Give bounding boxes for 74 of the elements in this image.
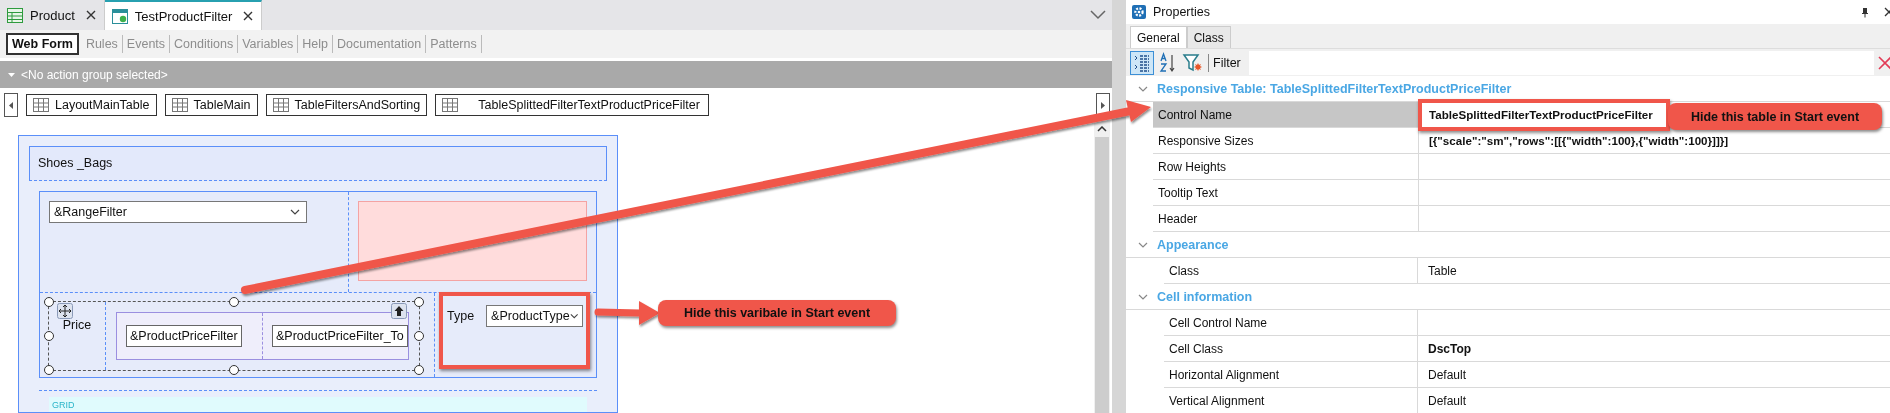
- arrow: [594, 301, 660, 325]
- pin-icon[interactable]: [1861, 6, 1869, 18]
- dropdown-field[interactable]: &RangeFilter: [49, 201, 307, 223]
- table-icon: [7, 7, 23, 23]
- resize-handle[interactable]: [44, 297, 54, 307]
- filter-label: Filter: [1213, 55, 1241, 70]
- property-value[interactable]: Table: [1428, 263, 1457, 278]
- dropdown-field[interactable]: &ProductType: [486, 305, 584, 327]
- close-icon[interactable]: [85, 10, 96, 20]
- resize-handle[interactable]: [414, 365, 424, 375]
- property-value[interactable]: TableSplittedFilterTextProductPriceFilter: [1429, 108, 1653, 121]
- breadcrumb-item[interactable]: TableSplittedFilterTextProductPriceFilter: [435, 94, 709, 116]
- panel-tab[interactable]: General: [1130, 26, 1187, 48]
- resize-handle[interactable]: [414, 331, 424, 341]
- property-value[interactable]: [{"scale":"sm","rows":[[{"width":100},{"width":100}]]}]: [1429, 134, 1729, 147]
- scrollbar[interactable]: [1094, 121, 1110, 413]
- property-name[interactable]: Cell Class: [1164, 336, 1418, 361]
- property-value[interactable]: Default: [1428, 367, 1467, 382]
- resize-handle[interactable]: [229, 297, 239, 307]
- property-name[interactable]: Control Name: [1153, 102, 1419, 127]
- table-icon: [33, 98, 49, 112]
- caret-icon: [8, 72, 15, 77]
- grid-label: GRID: [49, 397, 587, 412]
- form-title: Shoes _Bags: [29, 146, 607, 181]
- collapse-chevron-icon[interactable]: [1138, 293, 1148, 300]
- collapse-chevron-icon[interactable]: [1138, 85, 1148, 92]
- property-name[interactable]: Horizontal Alignment: [1164, 362, 1418, 387]
- breadcrumb-item[interactable]: LayoutMainTable: [26, 94, 157, 116]
- categorized-view-icon[interactable]: [1130, 50, 1154, 75]
- chevron-down-icon[interactable]: [1090, 10, 1106, 20]
- property-name[interactable]: Responsive Sizes: [1153, 128, 1419, 153]
- property-value[interactable]: DscTop: [1428, 341, 1472, 356]
- resize-handle[interactable]: [414, 297, 424, 307]
- breadcrumb-item[interactable]: TableFiltersAndSorting: [265, 94, 428, 116]
- arrow-left-icon: [9, 101, 13, 109]
- document-tab[interactable]: TestProductFilter: [104, 0, 263, 30]
- input-field[interactable]: &ProductPriceFilter: [126, 325, 242, 347]
- close-icon[interactable]: [1884, 7, 1890, 17]
- property-name[interactable]: Class: [1164, 258, 1418, 283]
- arrow-right-icon: [1101, 101, 1105, 109]
- type-label: Type: [447, 309, 475, 323]
- panel-tab[interactable]: Class: [1186, 26, 1231, 48]
- scroll-up-icon[interactable]: [1097, 126, 1107, 132]
- property-name[interactable]: Tooltip Text: [1153, 180, 1419, 205]
- up-arrow-icon[interactable]: [391, 303, 407, 319]
- breadcrumb-item[interactable]: TableMain: [164, 94, 258, 116]
- input-field[interactable]: &ProductPriceFilter_To: [272, 325, 408, 347]
- web-form-icon: [111, 8, 128, 24]
- editor-tab[interactable]: Web Form: [6, 33, 79, 55]
- chevron-down-icon: [569, 313, 579, 319]
- table-icon: [442, 98, 459, 112]
- close-icon[interactable]: [243, 11, 254, 21]
- property-name[interactable]: Row Heights: [1153, 154, 1419, 179]
- action-bar-text: <No action group selected>: [21, 67, 168, 82]
- table-icon: [171, 98, 188, 112]
- filter-field[interactable]: [1248, 50, 1874, 75]
- panel-title: Properties: [1153, 5, 1210, 19]
- property-name[interactable]: Cell Control Name: [1164, 310, 1418, 335]
- resize-handle[interactable]: [44, 365, 54, 375]
- filter-icon[interactable]: [1182, 51, 1204, 74]
- scroll-left-button[interactable]: [4, 93, 18, 117]
- property-value[interactable]: Default: [1428, 393, 1467, 408]
- callout: Hide this table in Start event: [1668, 103, 1882, 130]
- chevron-down-icon: [290, 209, 300, 215]
- resize-handle[interactable]: [229, 365, 239, 375]
- property-name[interactable]: Header: [1153, 206, 1419, 231]
- table-icon: [272, 98, 289, 112]
- gear-icon: [1132, 5, 1146, 19]
- collapse-chevron-icon[interactable]: [1138, 241, 1148, 248]
- property-name[interactable]: Vertical Alignment: [1164, 388, 1418, 413]
- clear-icon[interactable]: [1878, 55, 1890, 70]
- move-icon[interactable]: [57, 303, 73, 319]
- resize-handle[interactable]: [44, 331, 54, 341]
- scroll-right-button[interactable]: [1096, 93, 1110, 117]
